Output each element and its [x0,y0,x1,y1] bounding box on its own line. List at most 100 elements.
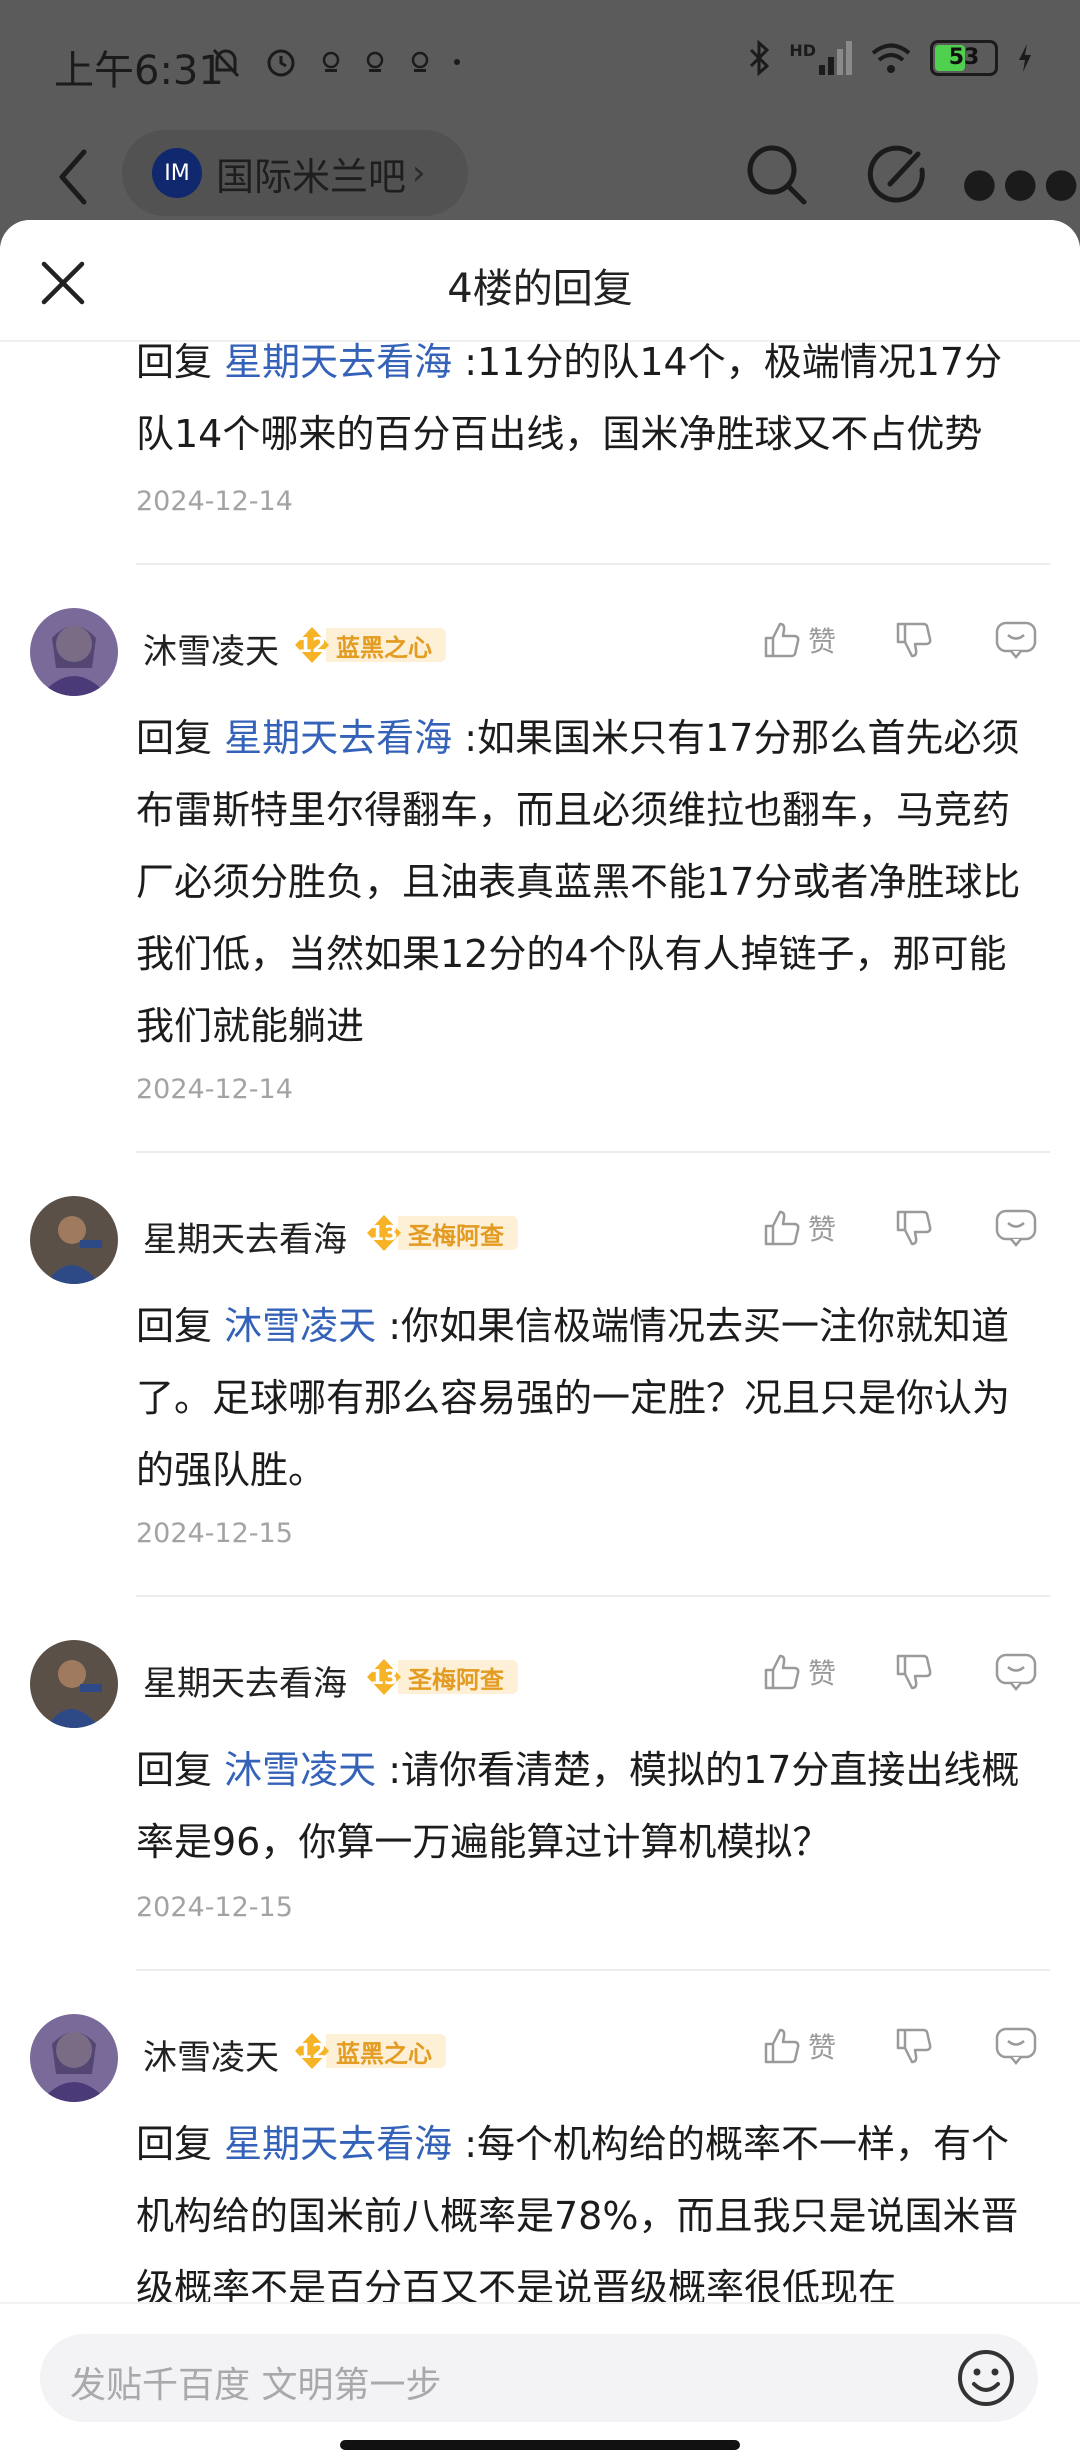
reply-separator: : [452,340,478,384]
user-name[interactable]: 星期天去看海 [143,1212,347,1261]
reply-input[interactable]: 发贴千百度 文明第一步 [40,2334,1038,2422]
reply-prefix: 回复 [136,716,213,760]
thumbs-up-icon [764,2028,800,2064]
status-right-icons: HD 53 [747,40,1034,76]
user-name[interactable]: 沐雪凌天 [143,2030,279,2079]
user-badge: 12 蓝黑之心 [292,2031,446,2071]
avatar[interactable] [30,1196,118,1284]
reply-actions: 赞 [760,1208,1060,1268]
reply-actions: 赞 [760,620,1060,680]
like-button[interactable]: 赞 [762,2026,836,2066]
level-badge: 12 [292,625,332,665]
reply-separator: : [376,1748,402,1792]
alarm-icon [267,49,295,76]
reply-text: 回复 沐雪凌天 :你如果信极端情况去买一注你就知道了。足球哪有那么容易强的一定胜… [136,1290,1026,1506]
like-label: 赞 [808,2031,837,2064]
status-notification-icons [208,40,462,80]
reply-separator: : [376,1304,402,1348]
user-name[interactable]: 星期天去看海 [143,1656,347,1705]
reply-actions: 赞 [760,1652,1060,1712]
like-label: 赞 [808,625,837,658]
divider [136,1151,1050,1153]
reply-prefix: 回复 [136,340,213,384]
like-button[interactable]: 赞 [762,1208,836,1248]
forum-name: 国际米兰吧 [216,154,407,199]
like-button[interactable]: 赞 [762,1652,836,1692]
more-icon[interactable]: ●●● [962,160,1080,206]
chevron-right-icon: › [412,153,426,193]
top-nav-bar: IM 国际米兰吧 › ●●● [0,130,1080,230]
avatar[interactable] [30,1640,118,1728]
like-button[interactable]: 赞 [762,620,836,660]
bell-off-icon [212,48,240,77]
comment-icon[interactable] [994,1208,1038,1248]
like-label: 赞 [808,1213,837,1246]
sheet-header: 4楼的回复 [0,220,1080,342]
mention-link[interactable]: 沐雪凌天 [224,1304,376,1348]
user-name[interactable]: 沐雪凌天 [143,624,279,673]
home-indicator[interactable] [340,2440,740,2450]
badge-title: 圣梅阿查 [398,1660,518,1694]
divider [136,563,1050,565]
app-notification-icon [412,51,429,72]
thumbs-up-icon [764,1654,800,1690]
forum-pill[interactable]: IM 国际米兰吧 › [122,130,468,216]
hd-label: HD [789,41,816,60]
level-number: 12 [298,633,326,657]
back-arrow-icon[interactable] [44,142,104,212]
thumbs-down-icon[interactable] [894,620,934,660]
battery-level: 53 [948,45,980,70]
status-time: 上午6:31 [54,48,224,94]
reply-prefix: 回复 [136,1304,213,1348]
edit-icon[interactable] [866,140,930,210]
avatar[interactable] [30,608,118,696]
charging-icon [1019,44,1031,72]
reply-list: 回复 星期天去看海 :11分的队14个，极端情况17分队14个哪来的百分百出线，… [0,340,1080,2302]
thumbs-down-icon[interactable] [894,1652,934,1692]
level-number: 13 [370,1221,398,1245]
like-label: 赞 [808,1657,837,1690]
reply-text: 回复 星期天去看海 :每个机构给的概率不一样，有个机构给的国米前八概率是78%，… [136,2108,1026,2302]
reply-text: 回复 沐雪凌天 :请你看清楚，模拟的17分直接出线概率是96，你算一万遍能算过计… [136,1734,1026,1878]
reply-prefix: 回复 [136,2122,213,2166]
status-bar: 上午6:31 HD 53 [0,0,1080,130]
badge-title: 蓝黑之心 [326,628,446,662]
emoji-icon[interactable] [954,2346,1018,2410]
app-notification-icon [322,51,339,72]
reply-separator: : [452,2122,478,2166]
reply-actions: 赞 [760,2026,1060,2086]
level-number: 13 [370,1665,398,1689]
user-badge: 13 圣梅阿查 [364,1213,518,1253]
mention-link[interactable]: 星期天去看海 [224,340,452,384]
bluetooth-icon [750,40,770,76]
battery-icon: 53 [930,40,998,76]
avatar[interactable] [30,2014,118,2102]
reply-text: 回复 星期天去看海 :如果国米只有17分那么首先必须布雷斯特里尔得翻车，而且必须… [136,702,1026,1062]
reply-date: 2024-12-14 [136,486,293,517]
thumbs-up-icon [764,622,800,658]
level-badge: 12 [292,2031,332,2071]
mention-link[interactable]: 沐雪凌天 [224,1748,376,1792]
comment-icon[interactable] [994,620,1038,660]
level-badge: 13 [364,1657,404,1697]
thumbs-up-icon [764,1210,800,1246]
thumbs-down-icon[interactable] [894,1208,934,1248]
reply-date: 2024-12-14 [136,1074,293,1105]
thumbs-down-icon[interactable] [894,2026,934,2066]
badge-title: 蓝黑之心 [326,2034,446,2068]
search-icon[interactable] [742,140,812,210]
comment-icon[interactable] [994,2026,1038,2066]
mention-link[interactable]: 星期天去看海 [224,2122,452,2166]
level-number: 12 [298,2039,326,2063]
badge-title: 圣梅阿查 [398,1216,518,1250]
reply-date: 2024-12-15 [136,1518,293,1549]
level-badge: 13 [364,1213,404,1253]
wifi-icon [871,43,911,73]
reply-input-placeholder: 发贴千百度 文明第一步 [70,2365,442,2406]
reply-date: 2024-12-15 [136,1892,293,1923]
reply-separator: : [452,716,478,760]
divider [136,1969,1050,1971]
forum-logo: IM [152,148,202,198]
comment-icon[interactable] [994,1652,1038,1692]
mention-link[interactable]: 星期天去看海 [224,716,452,760]
